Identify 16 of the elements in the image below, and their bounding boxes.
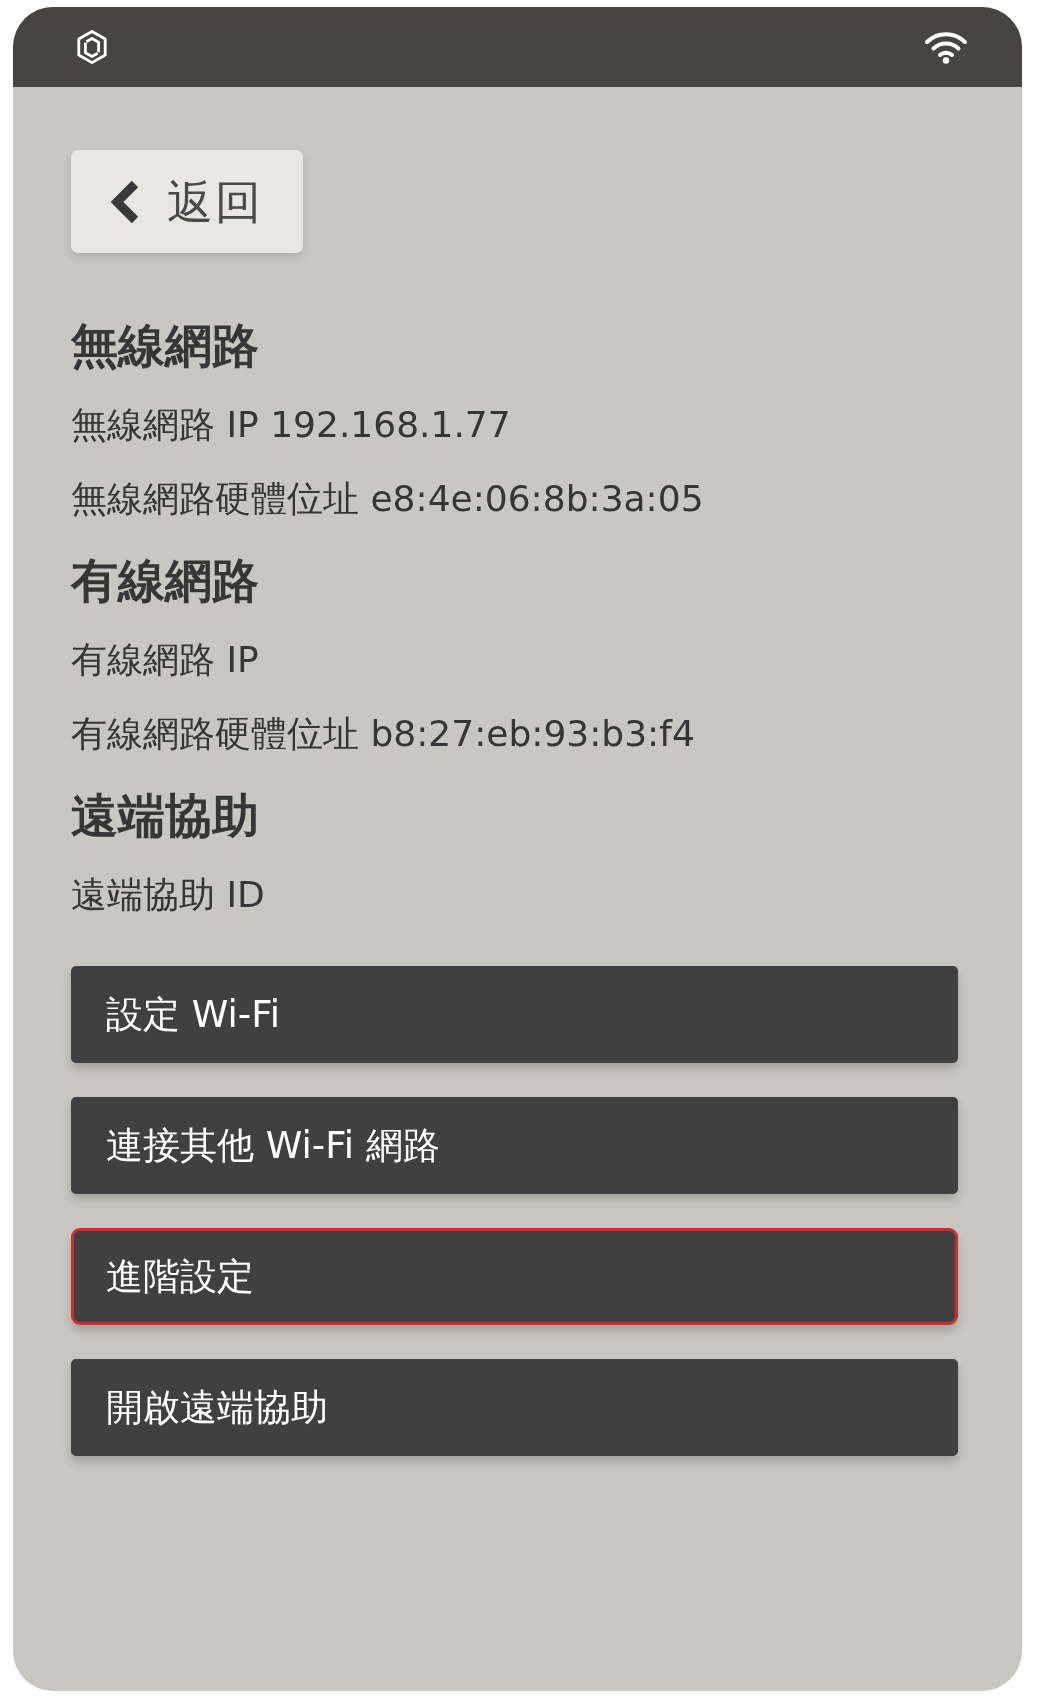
info-text: 遠端協助 ID [71, 873, 265, 917]
menu-button[interactable]: 進階設定 [71, 1228, 958, 1325]
menu-button[interactable]: 連接其他 Wi-Fi 網路 [71, 1097, 958, 1194]
section-heading: 有線網路 [71, 552, 259, 610]
info-text: 無線網路 IP 192.168.1.77 [71, 403, 511, 447]
info-text: 有線網路 IP [71, 638, 259, 682]
menu-button[interactable]: 開啟遠端協助 [71, 1359, 958, 1456]
section-heading: 無線網路 [71, 317, 259, 375]
info-text: 無線網路硬體位址 e8:4e:06:8b:3a:05 [71, 477, 704, 521]
back-button[interactable]: 返回 [71, 150, 303, 253]
menu-button[interactable]: 設定 Wi-Fi [71, 966, 958, 1063]
wifi-icon [924, 30, 968, 64]
section-heading: 遠端協助 [71, 787, 259, 845]
chevron-left-icon [109, 179, 141, 224]
hexagon-logo-icon [75, 28, 109, 66]
info-text: 有線網路硬體位址 b8:27:eb:93:b3:f4 [71, 712, 695, 756]
